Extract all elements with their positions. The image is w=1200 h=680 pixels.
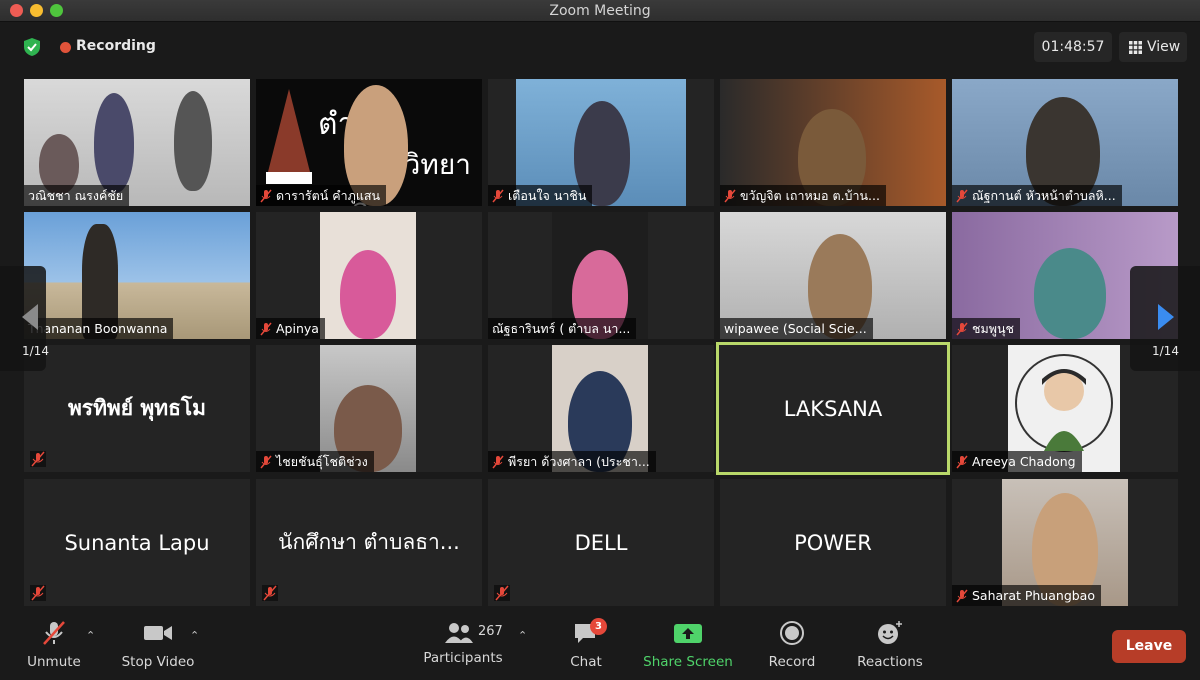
participant-name-label: ไชยชันธุ์โชติช่วง bbox=[256, 451, 374, 472]
record-label: Record bbox=[768, 654, 816, 670]
mic-muted-icon bbox=[492, 189, 504, 202]
previous-page-button[interactable]: 1/14 bbox=[0, 266, 49, 371]
participant-video bbox=[320, 212, 416, 339]
participant-name-label: ดารารัตน์ คำภูแสน bbox=[256, 185, 387, 206]
participant-name-label: ขวัญจิต เถาหมอ ต.บ้าน... bbox=[720, 185, 886, 206]
participants-count: 267 bbox=[478, 624, 503, 639]
participant-name-label: เตือนใจ นาชิน bbox=[488, 185, 593, 206]
page-indicator: 1/14 bbox=[22, 344, 49, 358]
participant-tile[interactable]: POWER bbox=[720, 479, 946, 606]
mic-muted-icon bbox=[260, 189, 272, 202]
record-button[interactable]: Record bbox=[764, 620, 820, 670]
chevron-right-icon bbox=[1158, 304, 1174, 330]
participant-tile[interactable]: Saharat Phuangbao bbox=[952, 479, 1178, 606]
participant-name-label: Areeya Chadong bbox=[952, 451, 1082, 472]
participant-name-label: Thananan Boonwanna bbox=[24, 318, 174, 339]
mic-muted-icon bbox=[724, 189, 736, 202]
participant-name-label: Apinya bbox=[256, 318, 325, 339]
unmute-button[interactable]: Unmute bbox=[24, 620, 84, 670]
mic-muted-icon bbox=[956, 322, 968, 335]
participant-tile[interactable]: วณิชชา ณรงค์ชัย bbox=[24, 79, 250, 206]
chevron-left-icon bbox=[22, 304, 38, 330]
participant-tile[interactable]: ไชยชันธุ์โชติช่วง bbox=[256, 345, 482, 472]
next-page-button[interactable]: 1/14 bbox=[1130, 266, 1200, 371]
chevron-up-icon[interactable]: ⌃ bbox=[86, 629, 95, 642]
participant-display-name: นักศึกษา ตำบลธา... bbox=[278, 530, 460, 554]
participant-name-label: ณัฐกานต์ หัวหน้าตำบลหิ... bbox=[952, 185, 1122, 206]
shield-icon[interactable] bbox=[22, 37, 42, 57]
stop-video-button[interactable]: Stop Video bbox=[120, 620, 196, 670]
reactions-icon bbox=[878, 621, 902, 644]
view-label: View bbox=[1147, 39, 1181, 55]
chevron-up-icon[interactable]: ⌃ bbox=[190, 629, 199, 642]
university-logo-icon bbox=[266, 89, 312, 184]
video-camera-icon bbox=[144, 626, 172, 640]
participant-tile[interactable]: ณัฐธารินทร์ ( ตำบล นา... bbox=[488, 212, 714, 339]
meeting-timer: 01:48:57 bbox=[1034, 32, 1112, 62]
participant-tile[interactable]: ณัฐกานต์ หัวหน้าตำบลหิ... bbox=[952, 79, 1178, 206]
record-icon bbox=[780, 621, 804, 645]
participant-display-name: POWER bbox=[794, 530, 872, 555]
view-button[interactable]: View bbox=[1119, 32, 1187, 62]
participant-tile[interactable]: Sunanta Lapu bbox=[24, 479, 250, 606]
active-speaker-tile[interactable]: LAKSANA bbox=[716, 342, 950, 475]
stop-video-label: Stop Video bbox=[121, 654, 195, 670]
participant-tile[interactable]: ขวัญจิต เถาหมอ ต.บ้าน... bbox=[720, 79, 946, 206]
mic-muted-icon bbox=[260, 455, 272, 468]
chat-unread-badge: 3 bbox=[590, 618, 607, 635]
mic-muted-icon bbox=[43, 621, 65, 645]
participant-tile[interactable]: พรทิพย์ พุทธโม bbox=[24, 345, 250, 472]
participant-tile[interactable]: เตือนใจ นาชิน bbox=[488, 79, 714, 206]
participant-tile[interactable]: Apinya bbox=[256, 212, 482, 339]
page-indicator: 1/14 bbox=[1152, 344, 1179, 358]
unmute-label: Unmute bbox=[27, 654, 81, 670]
participant-tile[interactable]: พีรยา ด้วงศาลา (ประชา... bbox=[488, 345, 714, 472]
participant-display-name: Sunanta Lapu bbox=[64, 530, 210, 555]
participant-name-label: พีรยา ด้วงศาลา (ประชา... bbox=[488, 451, 656, 472]
participant-tile[interactable]: นักศึกษา ตำบลธา... bbox=[256, 479, 482, 606]
participant-name-label: wipawee (Social Scie... bbox=[720, 318, 873, 339]
mic-muted-icon bbox=[260, 322, 272, 335]
share-screen-button[interactable]: Share Screen bbox=[640, 620, 736, 670]
window-titlebar: Zoom Meeting bbox=[0, 0, 1200, 22]
participants-label: Participants bbox=[423, 650, 503, 666]
recording-indicator-icon bbox=[60, 42, 71, 53]
participant-name-label: ณัฐธารินทร์ ( ตำบล นา... bbox=[488, 318, 637, 339]
participant-tile[interactable]: ตำบล มหาวิทยาลั ดารารัตน์ คำภูแสน bbox=[256, 79, 482, 206]
participant-tile[interactable]: wipawee (Social Scie... bbox=[720, 212, 946, 339]
window-title: Zoom Meeting bbox=[549, 3, 651, 19]
participant-tile[interactable]: Thananan Boonwanna bbox=[24, 212, 250, 339]
mic-muted-icon bbox=[956, 589, 968, 602]
meeting-toolbar: Unmute ⌃ Stop Video ⌃ 267 Participants ⌃… bbox=[0, 612, 1200, 680]
reactions-label: Reactions bbox=[857, 654, 923, 670]
avatar-icon bbox=[1015, 354, 1113, 452]
participant-tile[interactable]: DELL bbox=[488, 479, 714, 606]
participant-display-name: LAKSANA bbox=[783, 396, 883, 421]
mic-muted-icon bbox=[492, 455, 504, 468]
grid-icon bbox=[1129, 41, 1142, 54]
participant-name-label: Saharat Phuangbao bbox=[952, 585, 1101, 606]
participant-name-label: วณิชชา ณรงค์ชัย bbox=[24, 185, 130, 206]
mic-muted-icon bbox=[956, 455, 968, 468]
participant-display-name: DELL bbox=[574, 530, 628, 555]
mic-muted-icon bbox=[262, 585, 278, 601]
reactions-button[interactable]: Reactions bbox=[852, 620, 928, 670]
mic-muted-icon bbox=[956, 189, 968, 202]
mic-muted-icon bbox=[30, 451, 46, 467]
recording-label: Recording bbox=[76, 38, 156, 54]
participants-icon bbox=[445, 623, 473, 643]
leave-button[interactable]: Leave bbox=[1112, 630, 1186, 663]
share-screen-label: Share Screen bbox=[643, 654, 733, 670]
chevron-up-icon[interactable]: ⌃ bbox=[518, 629, 527, 642]
mic-muted-icon bbox=[494, 585, 510, 601]
mic-muted-icon bbox=[30, 585, 46, 601]
meeting-topbar: Recording 01:48:57 View bbox=[0, 22, 1200, 72]
participant-display-name: พรทิพย์ พุทธโม bbox=[67, 396, 207, 420]
participant-name-label: ชมพูนุช bbox=[952, 318, 1020, 339]
participants-button[interactable]: 267 Participants bbox=[420, 620, 506, 666]
share-screen-icon bbox=[674, 624, 702, 643]
chat-label: Chat bbox=[570, 654, 602, 670]
